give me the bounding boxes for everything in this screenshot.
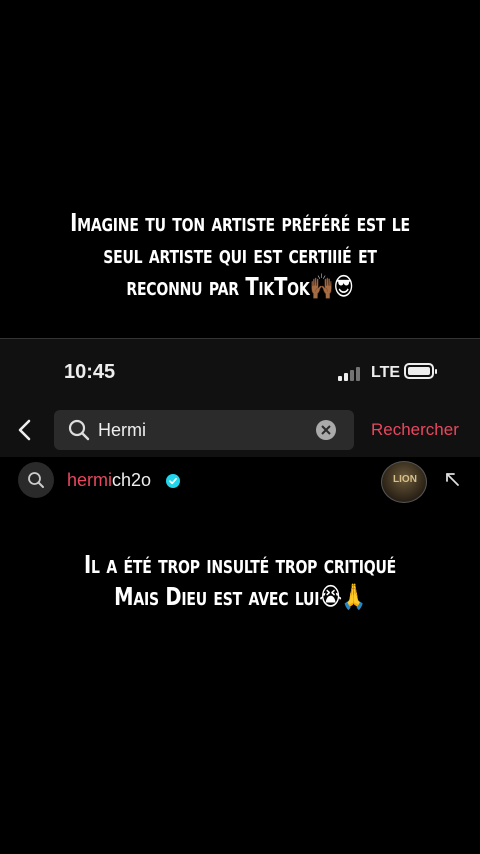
close-icon (321, 425, 331, 435)
signal-icon (338, 365, 362, 381)
search-suggestion-row[interactable]: hermich2o LION (0, 459, 480, 503)
status-time: 10:45 (64, 361, 116, 383)
search-icon (28, 472, 44, 488)
top-caption-line-1: Imagine tu ton artiste préféré est le (70, 208, 410, 237)
suggestion-match-highlight: hermi (67, 470, 113, 490)
suggestion-search-icon-wrap (18, 462, 54, 498)
bottom-caption-line-1: Il a été trop insulté trop critiqué (84, 550, 396, 579)
fill-query-arrow-icon[interactable] (444, 471, 460, 487)
back-arrow-icon[interactable] (14, 417, 36, 443)
search-input[interactable] (98, 417, 298, 443)
user-avatar[interactable]: LION (381, 461, 427, 503)
search-bar[interactable] (54, 410, 354, 450)
bottom-caption: Il a été trop insulté trop critiqué Mais… (53, 549, 427, 613)
top-caption: Imagine tu ton artiste préféré est le se… (53, 207, 427, 303)
top-caption-line-3: reconnu par TikTok🙌🏾😎 (126, 272, 354, 301)
search-icon (68, 419, 90, 441)
verified-badge-icon (166, 474, 180, 488)
avatar-logo-text: LION (393, 474, 417, 485)
search-submit-button[interactable]: Rechercher (371, 420, 459, 440)
tiktok-search-screenshot: 10:45 LTE Rechercher (0, 338, 480, 519)
battery-icon (404, 363, 437, 379)
suggestion-username: hermich2o (67, 470, 151, 491)
top-caption-line-2: seul artiste qui est certiiié et (103, 240, 377, 269)
network-type: LTE (371, 364, 401, 381)
bottom-caption-line-2: Mais Dieu est avec lui😭🙏 (114, 582, 366, 611)
suggestion-rest: ch2o (112, 470, 152, 490)
clear-search-button[interactable] (316, 420, 336, 440)
